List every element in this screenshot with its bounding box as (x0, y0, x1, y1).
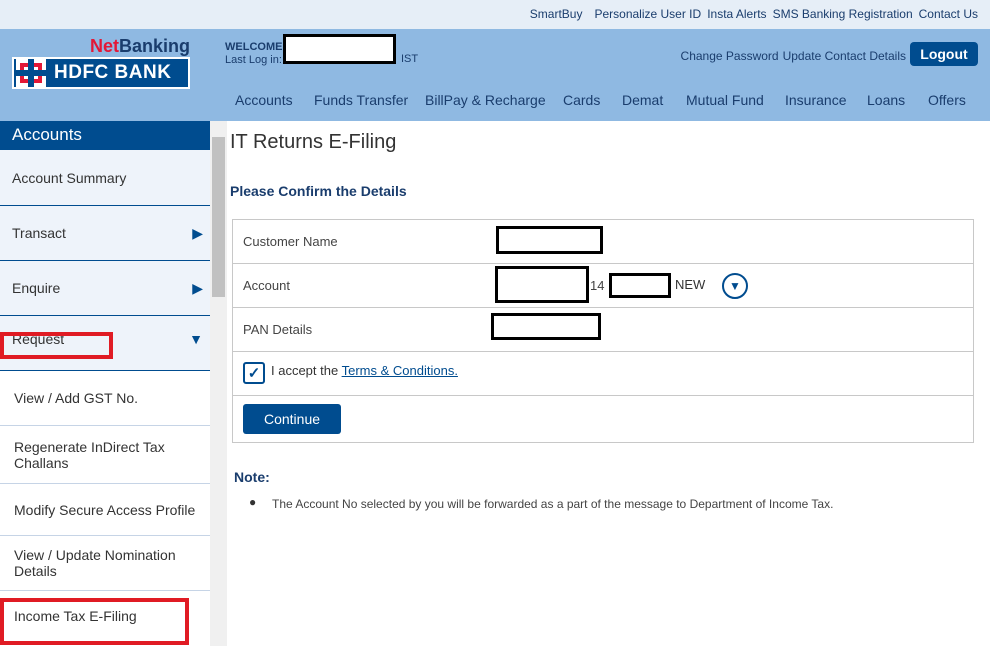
header: NetBanking HDFC BANK WELCOME Last Log in… (0, 29, 990, 121)
nav-insurance[interactable]: Insurance (785, 92, 846, 108)
sidebar-item-label: Account Summary (12, 169, 127, 186)
account-links: Change Password Update Contact Details (681, 49, 906, 63)
nav-funds-transfer[interactable]: Funds Transfer (314, 92, 408, 108)
sidebar-item-enquire[interactable]: Enquire ▶ (0, 261, 210, 316)
sidebar-subitem-label: View / Add GST No. (14, 390, 138, 406)
terms-row: ✓ I accept the Terms & Conditions. (233, 352, 973, 396)
sidebar-subitem-tax-challans[interactable]: Regenerate InDirect Tax Challans (0, 426, 210, 484)
update-contact-link[interactable]: Update Contact Details (783, 49, 906, 63)
redacted-user-name (283, 34, 396, 64)
nav-demat[interactable]: Demat (622, 92, 663, 108)
pan-row: PAN Details (233, 308, 973, 352)
redacted-pan (491, 313, 601, 340)
welcome-block: WELCOME Last Log in: (225, 41, 282, 67)
accept-terms-text: I accept the Terms & Conditions. (271, 363, 458, 378)
netbanking-prefix: Net (89, 36, 119, 56)
logout-button[interactable]: Logout (910, 42, 978, 66)
note-text: The Account No selected by you will be f… (272, 497, 834, 511)
sidebar: Accounts Account Summary Transact ▶ Enqu… (0, 121, 210, 646)
terms-conditions-link[interactable]: Terms & Conditions. (342, 363, 458, 378)
hdfc-logo: HDFC BANK (12, 57, 190, 89)
bank-name: HDFC BANK (54, 62, 172, 83)
page-title: IT Returns E-Filing (230, 131, 397, 153)
note-title: Note: (234, 469, 270, 485)
sidebar-item-account-summary[interactable]: Account Summary (0, 150, 210, 206)
redacted-account-suffix (609, 273, 671, 298)
sidebar-subitem-label: Modify Secure Access Profile (14, 501, 196, 518)
insta-alerts-link[interactable]: Insta Alerts (707, 7, 766, 21)
sidebar-header: Accounts (0, 121, 210, 150)
scrollbar-thumb[interactable] (212, 137, 225, 297)
triangle-right-icon: ▶ (192, 279, 203, 296)
customer-name-label: Customer Name (243, 234, 338, 249)
bullet-icon: ● (249, 495, 257, 509)
customer-name-row: Customer Name (233, 220, 973, 264)
sidebar-item-transact[interactable]: Transact ▶ (0, 206, 210, 261)
triangle-right-icon: ▶ (192, 224, 203, 241)
account-number-partial: 14 (590, 278, 605, 293)
nav-mutual-fund[interactable]: Mutual Fund (686, 92, 764, 108)
sidebar-item-label: Transact (12, 225, 66, 241)
netbanking-suffix: Banking (118, 36, 190, 56)
contact-us-link[interactable]: Contact Us (919, 7, 978, 21)
redacted-customer-name (496, 226, 603, 254)
nav-billpay-recharge[interactable]: BillPay & Recharge (425, 92, 546, 108)
account-type: NEW (675, 277, 706, 292)
continue-button[interactable]: Continue (243, 404, 341, 434)
timezone-label: IST (401, 53, 419, 65)
sidebar-scrollbar[interactable] (210, 121, 227, 646)
last-login-label: Last Log in: (225, 54, 282, 66)
pan-label: PAN Details (243, 322, 313, 337)
chevron-down-icon[interactable]: ▼ (722, 273, 748, 299)
nav-offers[interactable]: Offers (928, 92, 966, 108)
sidebar-subitem-nomination[interactable]: View / Update Nomination Details (0, 536, 210, 591)
personalize-user-id-link[interactable]: Personalize User ID (594, 7, 701, 21)
sidebar-subitem-label: Regenerate InDirect Tax Challans (14, 438, 165, 471)
sms-banking-link[interactable]: SMS Banking Registration (773, 7, 913, 21)
account-label: Account (243, 278, 290, 293)
change-password-link[interactable]: Change Password (681, 49, 779, 63)
sidebar-item-label: Enquire (12, 280, 61, 296)
utility-links: SmartBuy Personalize User ID Insta Alert… (530, 7, 978, 21)
accept-label: I accept the (271, 363, 339, 378)
smartbuy-link[interactable]: SmartBuy (530, 7, 583, 21)
highlight-box-request (0, 332, 113, 359)
sidebar-subitem-label: View / Update Nomination Details (14, 547, 176, 579)
redacted-account-number (495, 266, 589, 303)
netbanking-wordmark: NetBanking (90, 36, 190, 57)
sidebar-subitem-gst[interactable]: View / Add GST No. (0, 371, 210, 426)
utility-bar: SmartBuy Personalize User ID Insta Alert… (0, 0, 990, 29)
action-row: Continue (233, 396, 973, 440)
account-row: Account 14 NEW ▼ (233, 264, 973, 308)
nav-loans[interactable]: Loans (867, 92, 905, 108)
triangle-down-icon: ▼ (189, 331, 203, 347)
sidebar-subitem-secure-access[interactable]: Modify Secure Access Profile (0, 484, 210, 536)
confirm-details-form: Customer Name Account 14 NEW ▼ PAN Detai… (232, 219, 974, 443)
nav-accounts[interactable]: Accounts (235, 92, 293, 108)
welcome-label: WELCOME (225, 41, 283, 53)
highlight-box-income-tax (0, 598, 189, 645)
section-subtitle: Please Confirm the Details (230, 183, 407, 199)
nav-cards[interactable]: Cards (563, 92, 600, 108)
hdfc-logo-icon (16, 59, 46, 87)
check-icon[interactable]: ✓ (243, 362, 265, 384)
main-nav: Accounts Funds Transfer BillPay & Rechar… (0, 92, 990, 112)
